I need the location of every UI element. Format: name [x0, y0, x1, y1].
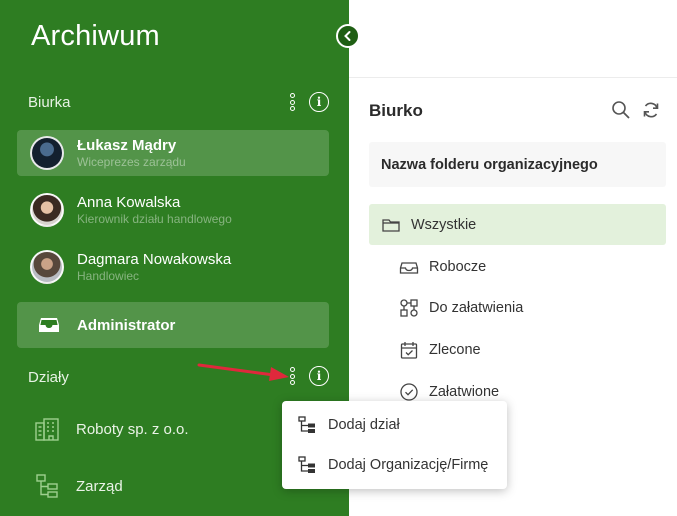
folder-done[interactable]: Załatwione [399, 382, 499, 402]
org-tree-icon [36, 474, 58, 498]
folder-assigned[interactable]: Zlecone [399, 340, 481, 360]
inbox-tray-icon [39, 318, 59, 332]
person-name: Dagmara Nowakowska [77, 251, 232, 268]
folder-label: Załatwione [429, 384, 500, 400]
org-tree-icon [298, 456, 315, 473]
menu-item-label: Dodaj Organizację/Firmę [328, 457, 489, 473]
person-name: Łukasz Mądry [77, 137, 177, 154]
avatar [30, 193, 64, 227]
folder-label: Do załatwienia [429, 300, 524, 316]
avatar [30, 136, 64, 170]
collapse-sidebar-button[interactable] [336, 24, 360, 48]
calendar-check-icon [400, 342, 418, 359]
desks-more-icon[interactable] [287, 92, 297, 112]
admin-label: Administrator [77, 316, 176, 334]
desks-info-icon[interactable]: i [309, 92, 329, 112]
check-circle-icon [400, 383, 418, 401]
org-tree-icon [298, 416, 315, 433]
folder-header: Nazwa folderu organizacyjnego [369, 142, 666, 187]
person-name: Anna Kowalska [77, 194, 181, 211]
folder-label: Zlecone [429, 342, 481, 358]
building-icon [35, 418, 59, 441]
annotation-arrow-icon [197, 363, 289, 381]
folder-label: Robocze [429, 259, 487, 275]
desks-heading: Biurka [28, 94, 71, 111]
refresh-icon[interactable] [641, 100, 661, 120]
desk-person-3[interactable]: Dagmara Nowakowska Handlowiec [17, 244, 329, 290]
folder-all[interactable]: Wszystkie [369, 204, 666, 245]
workflow-icon [400, 299, 418, 317]
chevron-left-icon [344, 31, 351, 41]
department-label: Zarząd [76, 477, 123, 495]
desk-person-2[interactable]: Anna Kowalska Kierownik działu handloweg… [17, 187, 329, 233]
department-roboty[interactable]: Roboty sp. z o.o. [34, 416, 189, 442]
person-role: Kierownik działu handlowego [77, 212, 232, 226]
desks-actions: i [287, 92, 329, 112]
inbox-icon [399, 262, 419, 274]
departments-info-icon[interactable]: i [309, 366, 329, 386]
panel-title: Biurko [369, 101, 423, 120]
top-bar [349, 0, 677, 78]
folder-drafts[interactable]: Robocze [399, 257, 486, 277]
menu-item-label: Dodaj dział [328, 417, 400, 433]
admin-desk[interactable]: Administrator [17, 302, 329, 348]
folder-label: Wszystkie [411, 216, 477, 233]
folder-icon [382, 218, 400, 232]
folder-to-do[interactable]: Do załatwienia [399, 298, 523, 318]
desk-person-1[interactable]: Łukasz Mądry Wiceprezes zarządu [17, 130, 329, 176]
departments-heading: Działy [28, 369, 69, 386]
department-zarzad[interactable]: Zarząd [34, 473, 123, 499]
search-icon[interactable] [611, 100, 631, 120]
departments-actions: i [287, 366, 329, 386]
departments-context-menu: Dodaj dział Dodaj Organizację/Firmę [282, 401, 507, 489]
person-role: Wiceprezes zarządu [77, 155, 186, 169]
person-role: Handlowiec [77, 269, 140, 283]
menu-item-add-organization[interactable]: Dodaj Organizację/Firmę [298, 456, 488, 474]
menu-item-add-department[interactable]: Dodaj dział [298, 416, 400, 434]
department-label: Roboty sp. z o.o. [76, 420, 189, 438]
app-title: Archiwum [31, 20, 160, 52]
avatar [30, 250, 64, 284]
